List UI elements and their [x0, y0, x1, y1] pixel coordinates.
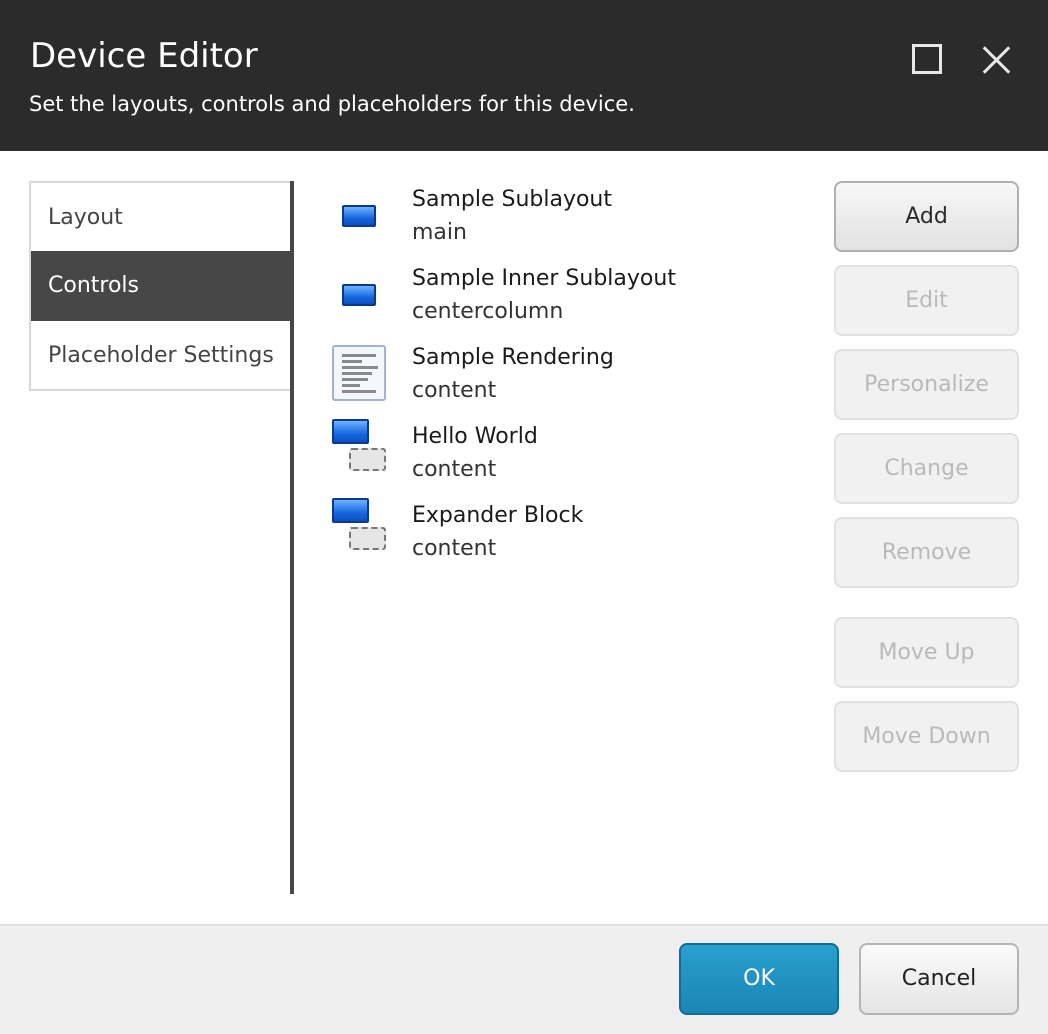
- compound-control-icon: [332, 498, 388, 554]
- nav-item-layout[interactable]: Layout: [31, 183, 293, 253]
- control-row[interactable]: Sample Sublayout main: [330, 187, 810, 265]
- dialog-header: Device Editor Set the layouts, controls …: [0, 0, 1048, 151]
- control-name: Sample Sublayout: [412, 187, 612, 212]
- close-button[interactable]: [978, 40, 1016, 78]
- compound-control-icon: [332, 419, 388, 475]
- control-row[interactable]: Sample Inner Sublayout centercolumn: [330, 266, 810, 344]
- control-name: Expander Block: [412, 503, 584, 528]
- side-nav: Layout Controls Placeholder Settings: [29, 181, 293, 391]
- control-row[interactable]: Expander Block content: [330, 498, 810, 581]
- control-name: Sample Rendering: [412, 345, 614, 370]
- control-placeholder: centercolumn: [412, 299, 564, 324]
- add-button[interactable]: Add: [834, 181, 1019, 252]
- move-down-button[interactable]: Move Down: [834, 701, 1019, 772]
- nav-item-controls[interactable]: Controls: [31, 251, 293, 321]
- rendering-icon: [332, 345, 386, 401]
- maximize-icon: [912, 44, 942, 74]
- dialog-title: Device Editor: [30, 36, 258, 76]
- nav-item-placeholder-settings[interactable]: Placeholder Settings: [31, 321, 293, 391]
- control-name: Sample Inner Sublayout: [412, 266, 676, 291]
- device-editor-dialog: Device Editor Set the layouts, controls …: [0, 0, 1048, 1034]
- remove-button[interactable]: Remove: [834, 517, 1019, 588]
- edit-button[interactable]: Edit: [834, 265, 1019, 336]
- control-placeholder: content: [412, 536, 497, 561]
- sublayout-icon: [342, 284, 376, 306]
- ok-button[interactable]: OK: [679, 943, 839, 1015]
- control-placeholder: content: [412, 457, 497, 482]
- nav-divider: [290, 181, 294, 894]
- control-placeholder: main: [412, 220, 467, 245]
- cancel-button[interactable]: Cancel: [859, 943, 1019, 1015]
- change-button[interactable]: Change: [834, 433, 1019, 504]
- control-row[interactable]: Sample Rendering content: [330, 345, 810, 423]
- maximize-button[interactable]: [908, 40, 946, 78]
- control-placeholder: content: [412, 378, 497, 403]
- sublayout-icon: [342, 205, 376, 227]
- control-name: Hello World: [412, 424, 538, 449]
- control-row[interactable]: Hello World content: [330, 419, 810, 502]
- move-up-button[interactable]: Move Up: [834, 617, 1019, 688]
- dialog-subtitle: Set the layouts, controls and placeholde…: [29, 92, 635, 116]
- personalize-button[interactable]: Personalize: [834, 349, 1019, 420]
